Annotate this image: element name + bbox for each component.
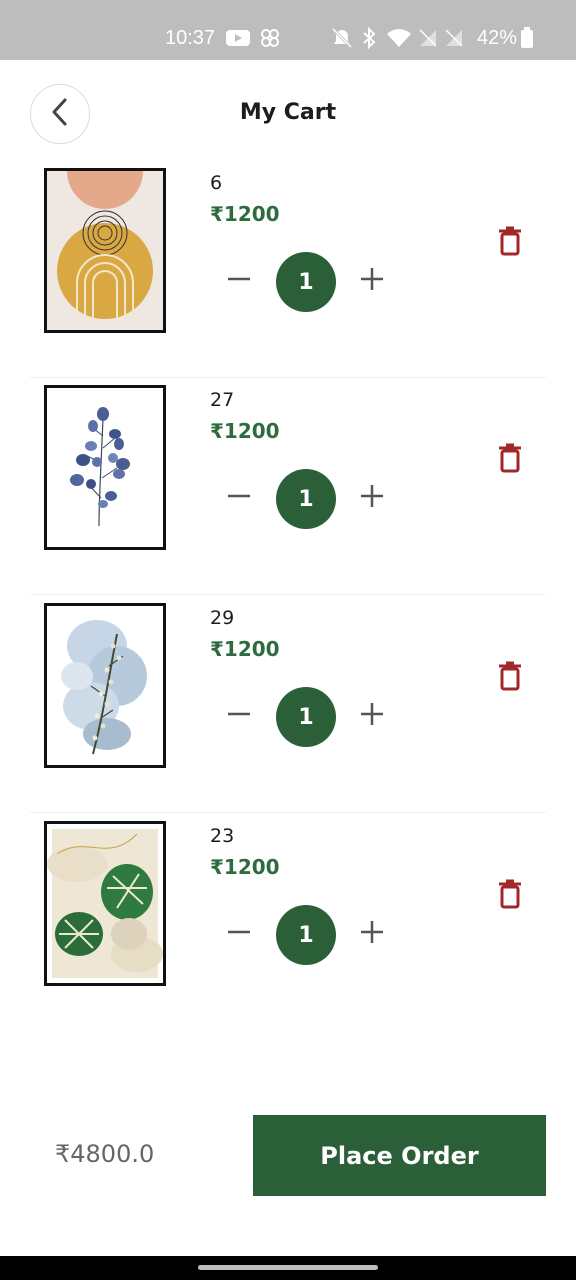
delete-item-button[interactable] bbox=[496, 443, 524, 477]
cart-item: 6 ₹1200 1 bbox=[30, 160, 546, 378]
quantity-value: 1 bbox=[276, 905, 336, 965]
cart-item: 29 ₹1200 1 bbox=[30, 595, 546, 813]
pinwheel-icon bbox=[258, 26, 282, 50]
plus-icon bbox=[360, 267, 384, 295]
delete-item-button[interactable] bbox=[496, 226, 524, 260]
decrease-quantity-button[interactable] bbox=[226, 268, 252, 294]
increase-quantity-button[interactable] bbox=[359, 703, 385, 729]
cart-item: 27 ₹1200 1 bbox=[30, 377, 546, 595]
decrease-quantity-button[interactable] bbox=[226, 485, 252, 511]
product-image[interactable] bbox=[44, 821, 166, 986]
minus-icon bbox=[227, 267, 251, 295]
page-title: My Cart bbox=[239, 100, 337, 125]
wifi-icon bbox=[386, 26, 412, 50]
quantity-value: 1 bbox=[276, 252, 336, 312]
plus-icon bbox=[360, 702, 384, 730]
mute-icon bbox=[331, 26, 353, 50]
trash-icon bbox=[498, 226, 522, 260]
item-price: ₹1200 bbox=[210, 637, 280, 661]
no-signal-icon bbox=[444, 26, 464, 50]
plus-icon bbox=[360, 484, 384, 512]
cart-total: ₹4800.0 bbox=[55, 1140, 155, 1168]
trash-icon bbox=[498, 661, 522, 695]
battery-percent: 42% bbox=[477, 27, 518, 49]
cart-item: 23 ₹1200 1 bbox=[30, 813, 546, 1031]
youtube-icon bbox=[226, 26, 250, 50]
minus-icon bbox=[227, 702, 251, 730]
item-name: 27 bbox=[210, 389, 235, 411]
trash-icon bbox=[498, 443, 522, 477]
delete-item-button[interactable] bbox=[496, 879, 524, 913]
product-image[interactable] bbox=[44, 603, 166, 768]
decrease-quantity-button[interactable] bbox=[226, 921, 252, 947]
place-order-button[interactable]: Place Order bbox=[253, 1115, 546, 1196]
item-price: ₹1200 bbox=[210, 202, 280, 226]
minus-icon bbox=[227, 920, 251, 948]
increase-quantity-button[interactable] bbox=[359, 921, 385, 947]
status-bar: 10:37 42% bbox=[0, 0, 576, 60]
product-image[interactable] bbox=[44, 385, 166, 550]
bluetooth-icon bbox=[362, 26, 376, 50]
item-name: 6 bbox=[210, 172, 223, 194]
increase-quantity-button[interactable] bbox=[359, 268, 385, 294]
product-image[interactable] bbox=[44, 168, 166, 333]
trash-icon bbox=[498, 879, 522, 913]
quantity-value: 1 bbox=[276, 687, 336, 747]
battery-icon bbox=[520, 26, 534, 50]
increase-quantity-button[interactable] bbox=[359, 485, 385, 511]
home-indicator[interactable] bbox=[198, 1265, 378, 1270]
item-price: ₹1200 bbox=[210, 419, 280, 443]
item-name: 29 bbox=[210, 607, 235, 629]
plus-icon bbox=[360, 920, 384, 948]
delete-item-button[interactable] bbox=[496, 661, 524, 695]
status-time: 10:37 bbox=[165, 27, 216, 49]
item-price: ₹1200 bbox=[210, 855, 280, 879]
no-signal-icon bbox=[418, 26, 438, 50]
quantity-value: 1 bbox=[276, 469, 336, 529]
item-name: 23 bbox=[210, 825, 235, 847]
minus-icon bbox=[227, 484, 251, 512]
decrease-quantity-button[interactable] bbox=[226, 703, 252, 729]
